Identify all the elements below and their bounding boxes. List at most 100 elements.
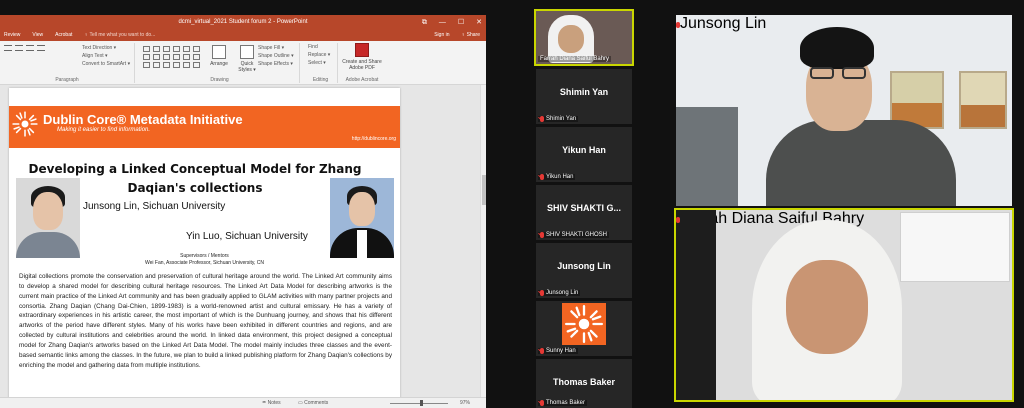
shape-icon[interactable] — [173, 54, 180, 60]
restore-icon[interactable]: ⧉ — [422, 15, 427, 30]
face — [33, 192, 63, 230]
close-icon[interactable]: ✕ — [476, 15, 482, 30]
powerpoint-status-bar: ≐ Notes ▭ Comments 97% — [0, 397, 486, 408]
participant-tile-sunny[interactable]: Sunny Han — [536, 301, 632, 356]
shape-outline-button[interactable]: Shape Outline ▾ — [258, 52, 294, 60]
shape-fill-button[interactable]: Shape Fill ▾ — [258, 44, 294, 52]
muted-mic-icon — [540, 116, 544, 122]
window-controls: ⧉ — ☐ ✕ — [422, 15, 482, 30]
text-direction-button[interactable]: Text Direction ▾ — [82, 44, 130, 52]
shape-icon[interactable] — [143, 54, 150, 60]
find-button[interactable]: Find — [308, 43, 337, 51]
comments-button[interactable]: ▭ Comments — [298, 398, 328, 408]
adobe-pdf-icon — [355, 43, 369, 57]
create-pdf-label: Create and Share Adobe PDF — [342, 59, 382, 71]
participant-tile-junsong[interactable]: Junsong Lin Junsong Lin — [536, 243, 632, 298]
notes-button[interactable]: ≐ Notes — [262, 398, 281, 408]
shape-icon[interactable] — [153, 62, 160, 68]
participant-name: SHIV SHAKTI GHOSH — [546, 232, 608, 238]
abstract-text: Digital collections promote the conserva… — [19, 273, 392, 369]
participant-display-name: SHIV SHAKTI G... — [546, 203, 621, 213]
acrobat-group: Create and Share Adobe PDF Adobe Acrobat — [340, 43, 384, 83]
arrange-label: Arrange — [210, 61, 228, 67]
convert-smartart-button[interactable]: Convert to SmartArt ▾ — [82, 60, 130, 68]
shape-icon[interactable] — [193, 54, 200, 60]
supervisor-name: Wei Fan, Associate Professor, Sichuan Un… — [144, 260, 265, 266]
powerpoint-title-bar: dcmi_virtual_2021 Student forum 2 - Powe… — [0, 15, 486, 30]
dcmi-logo-icon — [564, 304, 604, 344]
ribbon-tabs: Review View Acrobat ♀ Tell me what you w… — [0, 30, 486, 41]
bullets-icon[interactable] — [4, 45, 12, 51]
video-junsong-lin[interactable]: Junsong Lin — [676, 15, 1012, 206]
minimize-icon[interactable]: — — [439, 15, 446, 30]
participant-name-label: Junsong Lin — [538, 290, 581, 296]
zoom-slider-handle[interactable] — [420, 400, 423, 406]
sign-in-link[interactable]: Sign in — [434, 30, 449, 41]
shape-icon[interactable] — [183, 54, 190, 60]
shape-format-options: Shape Fill ▾ Shape Outline ▾ Shape Effec… — [258, 44, 294, 68]
quick-styles-button[interactable]: Quick Styles ▾ — [234, 45, 260, 73]
participant-tile-farrah[interactable]: Farrah Diana Saiful Bahry — [534, 9, 634, 66]
maximize-icon[interactable]: ☐ — [458, 15, 464, 30]
tab-acrobat[interactable]: Acrobat — [55, 30, 72, 41]
jacket — [766, 120, 956, 206]
shape-icon[interactable] — [153, 46, 160, 52]
zoom-level[interactable]: 97% — [460, 398, 470, 408]
participant-tile-shiv[interactable]: SHIV SHAKTI G... SHIV SHAKTI GHOSH — [536, 185, 632, 240]
tab-review[interactable]: Review — [4, 30, 20, 41]
video-farrah-diana[interactable]: Farrah Diana Saiful Bahry — [674, 208, 1014, 402]
participant-tile-yikun[interactable]: Yikun Han Yikun Han — [536, 127, 632, 182]
shape-effects-button[interactable]: Shape Effects ▾ — [258, 60, 294, 68]
replace-button[interactable]: Replace ▾ — [308, 51, 337, 59]
shape-icon[interactable] — [183, 62, 190, 68]
quick-styles-icon — [240, 45, 254, 59]
face — [786, 260, 868, 354]
participant-name-label: SHIV SHAKTI GHOSH — [538, 232, 610, 238]
shared-screen-powerpoint: dcmi_virtual_2021 Student forum 2 - Powe… — [0, 15, 486, 408]
supervisors-heading: Supervisors / Mentors — [180, 253, 229, 259]
share-button[interactable]: ♀ Share — [462, 30, 480, 41]
participant-tile-shimin[interactable]: Shimin Yan Shimin Yan — [536, 69, 632, 124]
slide-scrollbar[interactable] — [480, 85, 486, 405]
shape-icon[interactable] — [163, 62, 170, 68]
participant-name-label: Farrah Diana Saiful Bahry — [538, 56, 612, 62]
background-dark — [676, 210, 716, 400]
shape-icon[interactable] — [143, 62, 150, 68]
muted-mic-icon — [540, 232, 544, 238]
participant-name: Junsong Lin — [680, 15, 767, 32]
acrobat-group-label: Adobe Acrobat — [345, 77, 379, 83]
shape-icon[interactable] — [183, 46, 190, 52]
shape-icon[interactable] — [153, 54, 160, 60]
decrease-indent-icon[interactable] — [26, 45, 34, 51]
numbering-icon[interactable] — [15, 45, 23, 51]
tab-view[interactable]: View — [32, 30, 43, 41]
arrange-button[interactable]: Arrange — [206, 45, 232, 73]
shape-icon[interactable] — [173, 46, 180, 52]
participant-display-name: Thomas Baker — [552, 377, 616, 387]
participant-display-name: Yikun Han — [562, 145, 606, 155]
tell-me-search[interactable]: ♀ Tell me what you want to do... — [84, 30, 155, 41]
increase-indent-icon[interactable] — [37, 45, 45, 51]
participant-name-label: Shimin Yan — [538, 116, 579, 122]
current-slide[interactable]: Dublin Core® Metadata Initiative Making … — [9, 88, 400, 401]
create-pdf-button[interactable]: Create and Share Adobe PDF — [340, 43, 384, 71]
participant-name: Farrah Diana Saiful Bahry — [540, 56, 610, 62]
shape-icon[interactable] — [163, 54, 170, 60]
scrollbar-thumb[interactable] — [482, 175, 486, 205]
shape-icon[interactable] — [163, 46, 170, 52]
shape-icon[interactable] — [143, 46, 150, 52]
glasses-lens — [842, 67, 866, 79]
shape-icon[interactable] — [193, 46, 200, 52]
glasses — [806, 67, 872, 81]
participant-tile-thomas[interactable]: Thomas Baker Thomas Baker — [536, 359, 632, 408]
select-button[interactable]: Select ▾ — [308, 59, 337, 67]
zoom-slider[interactable] — [390, 403, 448, 404]
dcmi-url: http://dublincore.org — [351, 136, 396, 142]
shape-icon[interactable] — [173, 62, 180, 68]
paragraph-group-label: Paragraph — [55, 77, 79, 83]
align-text-button[interactable]: Align Text ▾ — [82, 52, 130, 60]
window-title: dcmi_virtual_2021 Student forum 2 - Powe… — [178, 19, 308, 25]
participant-name-label: Sunny Han — [538, 348, 578, 354]
shape-icon[interactable] — [193, 62, 200, 68]
dcmi-logo-icon — [12, 111, 38, 137]
